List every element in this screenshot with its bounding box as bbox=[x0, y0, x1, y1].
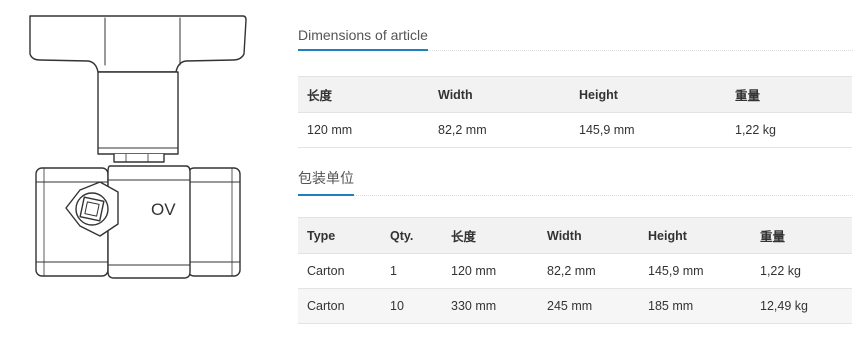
column-header: Width bbox=[429, 76, 570, 113]
table-cell: 120 mm bbox=[298, 112, 429, 148]
table-cell: 1,22 kg bbox=[751, 253, 852, 289]
packaging-table: Type Qty. 长度 Width Height 重量 Carton 1 12… bbox=[298, 217, 852, 324]
table-row: Carton 10 330 mm 245 mm 185 mm 12,49 kg bbox=[298, 288, 852, 324]
dimensions-section-header: Dimensions of article bbox=[298, 27, 853, 51]
column-header: Width bbox=[538, 217, 639, 254]
table-header-row: 长度 Width Height 重量 bbox=[298, 76, 852, 113]
table-cell: 145,9 mm bbox=[570, 112, 726, 148]
table-cell: 1,22 kg bbox=[726, 112, 852, 148]
column-header: 重量 bbox=[751, 217, 852, 254]
table-row: Carton 1 120 mm 82,2 mm 145,9 mm 1,22 kg bbox=[298, 253, 852, 289]
table-cell: Carton bbox=[298, 288, 381, 324]
table-cell: 185 mm bbox=[639, 288, 751, 324]
column-header: 长度 bbox=[442, 217, 538, 254]
table-cell: Carton bbox=[298, 253, 381, 289]
column-header: Type bbox=[298, 217, 381, 254]
packaging-section-title: 包装单位 bbox=[298, 168, 354, 196]
column-header: Height bbox=[570, 76, 726, 113]
packaging-section-header: 包装单位 bbox=[298, 168, 853, 196]
column-header: 长度 bbox=[298, 76, 429, 113]
dimensions-section-title: Dimensions of article bbox=[298, 27, 428, 51]
table-cell: 120 mm bbox=[442, 253, 538, 289]
column-header: Height bbox=[639, 217, 751, 254]
valve-marking-label: OV bbox=[151, 200, 176, 219]
table-cell: 12,49 kg bbox=[751, 288, 852, 324]
column-header: Qty. bbox=[381, 217, 442, 254]
table-cell: 330 mm bbox=[442, 288, 538, 324]
table-cell: 10 bbox=[381, 288, 442, 324]
section-divider bbox=[298, 195, 853, 196]
table-cell: 1 bbox=[381, 253, 442, 289]
table-cell: 82,2 mm bbox=[538, 253, 639, 289]
table-cell: 145,9 mm bbox=[639, 253, 751, 289]
dimensions-table: 长度 Width Height 重量 120 mm 82,2 mm 145,9 … bbox=[298, 76, 852, 148]
product-image: OV bbox=[18, 10, 258, 295]
table-row: 120 mm 82,2 mm 145,9 mm 1,22 kg bbox=[298, 112, 852, 148]
table-header-row: Type Qty. 长度 Width Height 重量 bbox=[298, 217, 852, 254]
ball-valve-drawing-icon: OV bbox=[29, 15, 247, 279]
table-cell: 82,2 mm bbox=[429, 112, 570, 148]
table-cell: 245 mm bbox=[538, 288, 639, 324]
column-header: 重量 bbox=[726, 76, 852, 113]
